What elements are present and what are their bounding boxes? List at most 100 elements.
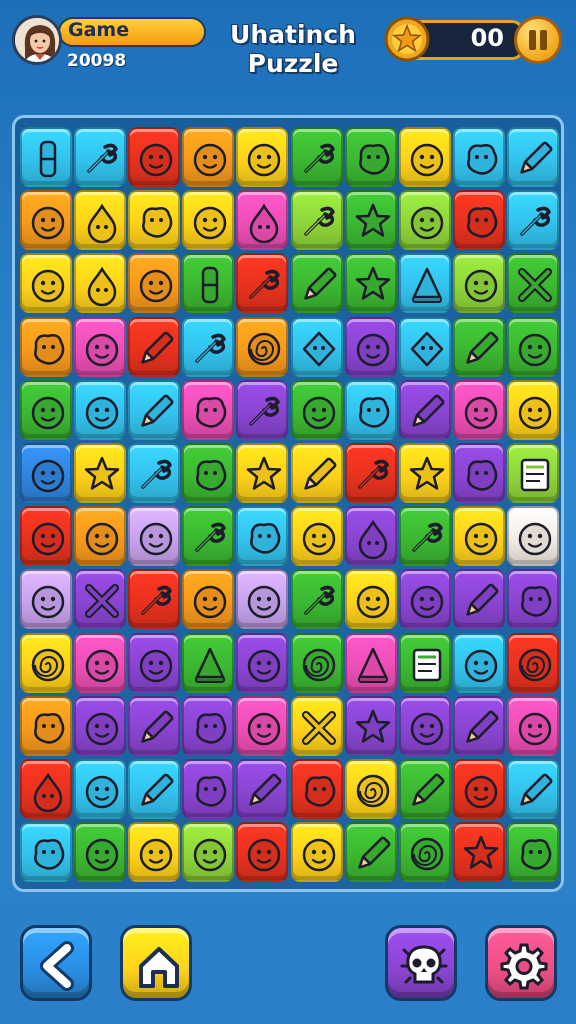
tile-orange-face[interactable]: [74, 506, 127, 567]
tile-purple-blob[interactable]: [506, 569, 559, 630]
tile-purple-pencil[interactable]: [236, 759, 289, 819]
tile-green-tool[interactable]: [290, 569, 343, 630]
tile-yellow-face[interactable]: [236, 127, 289, 187]
tile-cyan-diamond[interactable]: [398, 316, 451, 377]
tile-green-pencil[interactable]: [452, 316, 505, 377]
tile-green-cone[interactable]: [182, 632, 235, 693]
tile-lavender-face[interactable]: [128, 506, 181, 567]
tile-yellow-pencil[interactable]: [290, 443, 343, 503]
tile-red-face[interactable]: [236, 822, 289, 883]
tile-cyan-blob[interactable]: [452, 127, 505, 187]
tile-cyan-pencil[interactable]: [506, 127, 559, 187]
tile-cyan-cone[interactable]: [398, 253, 451, 314]
tile-red-star[interactable]: [452, 822, 505, 883]
tile-cyan-blob[interactable]: [344, 379, 397, 440]
tile-purple-pencil[interactable]: [452, 569, 505, 630]
tile-green-pencil[interactable]: [290, 253, 343, 314]
tile-yellow-face[interactable]: [182, 190, 235, 251]
tile-yellow-blob[interactable]: [128, 190, 181, 251]
tile-purple-face[interactable]: [398, 695, 451, 756]
tile-green-cross[interactable]: [506, 253, 559, 314]
tile-purple-pencil[interactable]: [452, 695, 505, 756]
tile-lavender-face[interactable]: [236, 569, 289, 630]
tile-green-pencil[interactable]: [344, 822, 397, 883]
home-button[interactable]: [120, 925, 192, 1001]
tile-purple-face[interactable]: [344, 316, 397, 377]
tile-orange-face[interactable]: [20, 190, 72, 251]
tile-red-face[interactable]: [20, 506, 72, 567]
tile-lime-face[interactable]: [452, 253, 505, 314]
tile-yellow-cross[interactable]: [290, 695, 343, 756]
tile-green-blob[interactable]: [182, 443, 235, 503]
tile-orange-blob[interactable]: [20, 695, 72, 756]
tile-cyan-pencil[interactable]: [128, 759, 181, 819]
tile-green-spiral[interactable]: [398, 822, 451, 883]
tile-green-face[interactable]: [74, 822, 127, 883]
tile-green-face[interactable]: [506, 316, 559, 377]
tile-yellow-face[interactable]: [452, 506, 505, 567]
tile-green-spiral[interactable]: [290, 632, 343, 693]
tile-green-blob[interactable]: [506, 822, 559, 883]
tile-red-tool[interactable]: [128, 569, 181, 630]
tile-orange-face[interactable]: [128, 253, 181, 314]
tile-pink-face[interactable]: [452, 379, 505, 440]
tile-cyan-face[interactable]: [74, 759, 127, 819]
tile-white-face[interactable]: [506, 506, 559, 567]
tile-blue-face[interactable]: [20, 443, 72, 503]
tile-purple-face[interactable]: [74, 695, 127, 756]
tile-cyan-pencil[interactable]: [128, 379, 181, 440]
tile-yellow-face[interactable]: [506, 379, 559, 440]
tile-pink-face[interactable]: [236, 695, 289, 756]
tile-cyan-face[interactable]: [74, 379, 127, 440]
tile-red-face[interactable]: [452, 759, 505, 819]
tile-red-blob[interactable]: [290, 759, 343, 819]
tile-purple-blob[interactable]: [182, 695, 235, 756]
tile-red-drop[interactable]: [20, 759, 72, 819]
skull-button[interactable]: [385, 925, 457, 1001]
tile-cyan-tool[interactable]: [128, 443, 181, 503]
tile-purple-face[interactable]: [236, 632, 289, 693]
tile-lime-tool[interactable]: [290, 190, 343, 251]
tile-lime-face[interactable]: [182, 822, 235, 883]
tile-lime-face[interactable]: [398, 190, 451, 251]
tile-cyan-tool[interactable]: [506, 190, 559, 251]
tile-purple-drop[interactable]: [344, 506, 397, 567]
tile-green-tool[interactable]: [182, 506, 235, 567]
back-button[interactable]: [20, 925, 92, 1001]
tile-purple-face[interactable]: [398, 569, 451, 630]
tile-yellow-face[interactable]: [128, 822, 181, 883]
tile-purple-face[interactable]: [128, 632, 181, 693]
tile-green-blob[interactable]: [344, 127, 397, 187]
tile-pink-face[interactable]: [506, 695, 559, 756]
tile-pink-face[interactable]: [74, 316, 127, 377]
tile-orange-face[interactable]: [182, 127, 235, 187]
tile-purple-pencil[interactable]: [398, 379, 451, 440]
tile-green-face[interactable]: [20, 379, 72, 440]
tile-pink-blob[interactable]: [182, 379, 235, 440]
tile-yellow-face[interactable]: [290, 822, 343, 883]
tile-yellow-star[interactable]: [398, 443, 451, 503]
tile-cyan-pill[interactable]: [20, 127, 72, 187]
tile-yellow-spiral[interactable]: [20, 632, 72, 693]
tile-green-tool[interactable]: [290, 127, 343, 187]
tile-green-star[interactable]: [344, 190, 397, 251]
tile-cyan-pencil[interactable]: [506, 759, 559, 819]
tile-yellow-face[interactable]: [398, 127, 451, 187]
tile-red-tool[interactable]: [344, 443, 397, 503]
tile-purple-blob[interactable]: [452, 443, 505, 503]
tile-purple-star[interactable]: [344, 695, 397, 756]
tile-orange-blob[interactable]: [20, 316, 72, 377]
tile-pink-drop[interactable]: [236, 190, 289, 251]
tile-red-tool[interactable]: [236, 253, 289, 314]
tile-yellow-spiral[interactable]: [344, 759, 397, 819]
tile-lavender-face[interactable]: [20, 569, 72, 630]
tile-red-spiral[interactable]: [506, 632, 559, 693]
tile-green-face[interactable]: [290, 379, 343, 440]
tile-yellow-face[interactable]: [344, 569, 397, 630]
tile-green-tool[interactable]: [398, 506, 451, 567]
tile-purple-blob[interactable]: [182, 759, 235, 819]
tile-yellow-star[interactable]: [74, 443, 127, 503]
tile-cyan-blob[interactable]: [236, 506, 289, 567]
tile-yellow-face[interactable]: [290, 506, 343, 567]
tile-pink-face[interactable]: [74, 632, 127, 693]
